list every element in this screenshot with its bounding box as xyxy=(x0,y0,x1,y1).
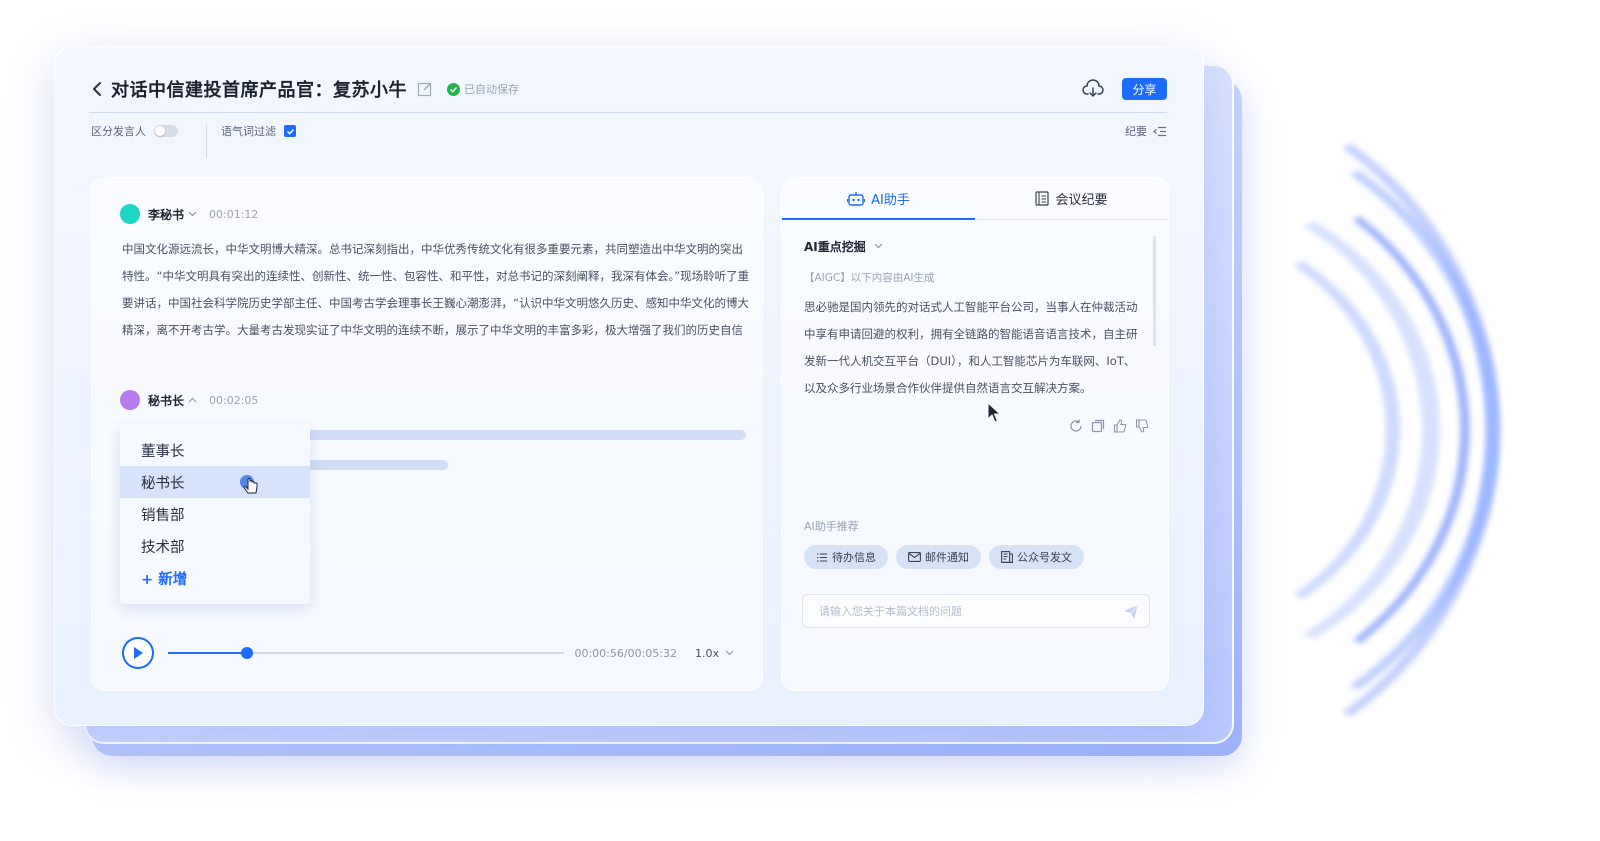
recommendations-label: AI助手推荐 xyxy=(804,520,859,533)
title-divider xyxy=(89,112,1167,113)
summary-toggle[interactable]: 纪要 xyxy=(1125,123,1167,139)
chevron-down-icon xyxy=(874,241,883,252)
question-input-placeholder: 请输入您关于本篇文档的问题 xyxy=(819,605,962,618)
check-circle-icon xyxy=(447,82,460,96)
playback-speed-select[interactable]: 1.0x xyxy=(695,647,734,660)
speaker-header: 李秘书 00:01:12 xyxy=(120,204,258,224)
progress-handle[interactable] xyxy=(240,647,253,659)
play-button[interactable] xyxy=(122,637,154,669)
speaker-name[interactable]: 秘书长 xyxy=(148,392,184,409)
avatar xyxy=(120,204,140,224)
dropdown-option-label: 秘书长 xyxy=(141,475,185,492)
ai-response-actions xyxy=(1068,418,1156,434)
edit-icon[interactable] xyxy=(417,81,433,97)
send-icon[interactable] xyxy=(1123,604,1139,620)
copy-icon[interactable] xyxy=(1090,418,1106,434)
chip-label: 邮件通知 xyxy=(925,551,969,564)
refresh-icon[interactable] xyxy=(1068,418,1084,434)
chip-email[interactable]: 邮件通知 xyxy=(896,545,981,569)
panel-tabs: AI助手 会议纪要 xyxy=(782,178,1168,220)
outline-list-icon xyxy=(1153,126,1166,136)
playback-speed-value: 1.0x xyxy=(694,646,719,660)
dropdown-option-selected[interactable]: 秘书长 xyxy=(120,466,310,498)
progress-bar[interactable] xyxy=(167,647,565,659)
add-speaker-option[interactable]: + 新增 xyxy=(120,562,310,594)
chip-todo[interactable]: 待办信息 xyxy=(804,545,888,569)
avatar xyxy=(120,390,140,410)
tab-label: 会议纪要 xyxy=(1055,193,1108,208)
options-divider xyxy=(206,124,207,158)
autosave-status: 已自动保存 xyxy=(447,81,519,97)
robot-icon xyxy=(847,191,866,206)
options-bar: 区分发言人 语气词过滤 纪要 xyxy=(91,123,1167,158)
ai-generated-content: 思必驰是国内领先的对话式人工智能平台公司，当事人在仲裁活动中享有申请回避的权利，… xyxy=(804,300,1138,395)
loading-placeholder xyxy=(306,460,448,470)
transcript-panel: 李秘书 00:01:12 中国文化源远流长，中华文明博大精深。总书记深刻指出，中… xyxy=(91,177,763,691)
chevron-up-icon[interactable] xyxy=(188,395,197,406)
dropdown-option[interactable]: 销售部 xyxy=(120,498,310,530)
dropdown-option[interactable]: 技术部 xyxy=(120,530,310,562)
scrollbar[interactable] xyxy=(1153,236,1156,346)
playback-time: 00:00:56/00:05:32 xyxy=(574,646,677,660)
speaker-name[interactable]: 李秘书 xyxy=(148,206,184,223)
mail-icon xyxy=(908,552,921,562)
article-icon xyxy=(1001,551,1013,563)
filler-filter-checkbox[interactable] xyxy=(284,125,296,137)
timestamp: 00:01:12 xyxy=(209,207,259,221)
distinguish-speaker-label: 区分发言人 xyxy=(91,125,146,138)
share-button[interactable]: 分享 xyxy=(1122,78,1167,100)
audio-player: 00:00:56/00:05:32 1.0x xyxy=(122,636,734,670)
chevron-down-icon[interactable] xyxy=(188,209,197,220)
cloud-download-icon[interactable] xyxy=(1082,78,1104,100)
question-input[interactable]: 请输入您关于本篇文档的问题 xyxy=(802,594,1150,628)
tab-label: AI助手 xyxy=(871,193,910,208)
mouse-pointer-icon xyxy=(987,402,1002,423)
speaker-header: 秘书长 00:02:05 xyxy=(120,390,258,410)
filler-filter-label: 语气词过滤 xyxy=(221,125,276,138)
ai-section-title: AI重点挖掘 xyxy=(804,240,866,254)
title-bar: 对话中信建投首席产品官：复苏小牛 已自动保存 分享 xyxy=(89,75,1167,103)
transcript-paragraph: 中国文化源远流长，中华文明博大精深。总书记深刻指出，中华优秀传统文化有很多重要元… xyxy=(122,242,750,337)
thumbs-down-icon[interactable] xyxy=(1134,418,1150,434)
document-title: 对话中信建投首席产品官：复苏小牛 xyxy=(111,80,407,101)
autosave-label: 已自动保存 xyxy=(464,83,519,96)
speaker-dropdown: 董事长 秘书长 销售部 技术部 + 新增 xyxy=(120,424,310,604)
summary-label: 纪要 xyxy=(1125,125,1147,138)
list-icon xyxy=(817,552,827,562)
tab-ai-assistant[interactable]: AI助手 xyxy=(782,178,975,220)
distinguish-speaker-toggle[interactable] xyxy=(154,125,178,137)
recommendation-chips: 待办信息 邮件通知 公众号发文 xyxy=(804,545,1092,569)
progress-fill xyxy=(167,652,247,654)
document-icon xyxy=(1035,191,1050,206)
ai-assistant-panel: AI助手 会议纪要 AI重点挖掘 【AIGC】以下内容由AI生成 思必驰是国内领… xyxy=(781,177,1169,691)
tab-meeting-minutes[interactable]: 会议纪要 xyxy=(975,178,1168,219)
decorative-swirl xyxy=(1180,120,1600,740)
aigc-disclaimer: 【AIGC】以下内容由AI生成 xyxy=(804,272,935,284)
chevron-down-icon xyxy=(725,648,734,659)
back-arrow-icon[interactable] xyxy=(89,79,105,99)
app-window: 对话中信建投首席产品官：复苏小牛 已自动保存 分享 区分发言人 语气词过滤 纪要 xyxy=(54,46,1204,726)
dropdown-option[interactable]: 董事长 xyxy=(120,434,310,466)
thumbs-up-icon[interactable] xyxy=(1112,418,1128,434)
hand-cursor-icon xyxy=(240,475,258,494)
loading-placeholder xyxy=(306,430,746,440)
chip-label: 公众号发文 xyxy=(1017,551,1072,564)
chip-article[interactable]: 公众号发文 xyxy=(989,545,1084,569)
play-icon xyxy=(133,647,143,659)
timestamp: 00:02:05 xyxy=(209,393,259,407)
chip-label: 待办信息 xyxy=(832,551,876,564)
ai-section-header[interactable]: AI重点挖掘 xyxy=(804,238,883,255)
